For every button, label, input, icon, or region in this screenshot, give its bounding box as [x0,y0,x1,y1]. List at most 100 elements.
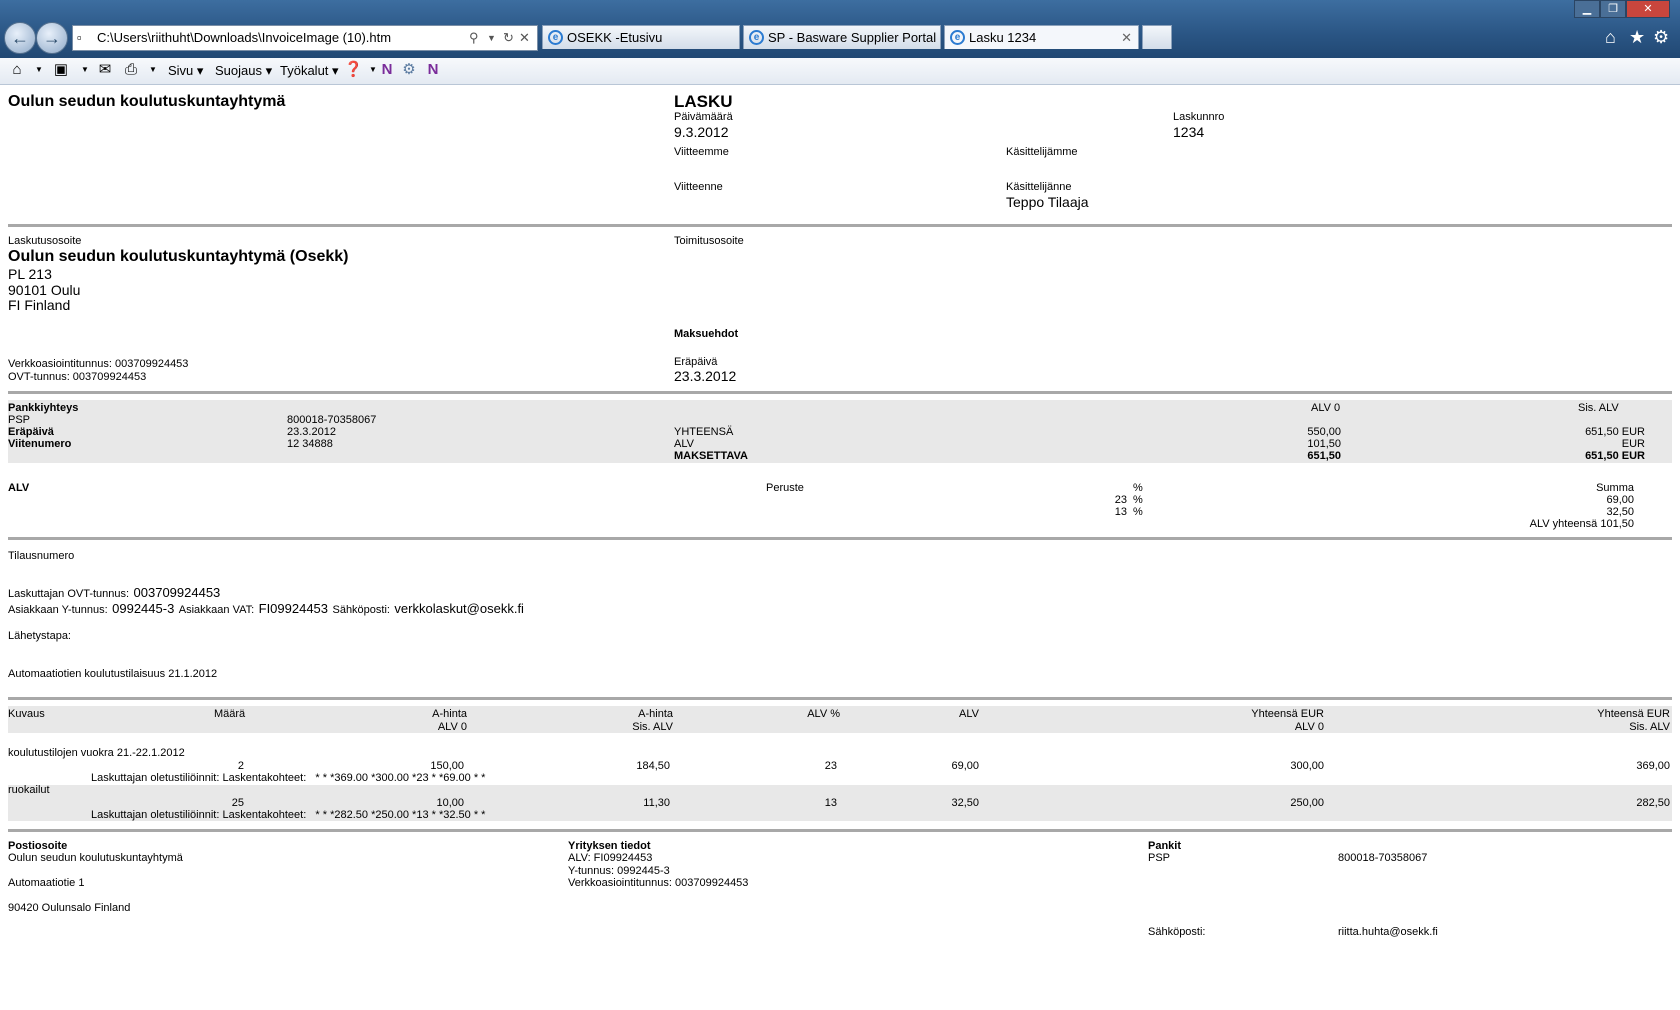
forward-button[interactable]: → [36,22,68,54]
bank-totals-band [8,400,1672,463]
address-bar[interactable]: ▫ C:\Users\riithuht\Downloads\InvoiceIma… [72,25,538,51]
close-tab-icon[interactable]: ✕ [1121,26,1132,50]
tab-lasku[interactable]: e Lasku 1234 ✕ [944,25,1139,49]
billing-name: Oulun seudun koulutuskuntayhtymä (Osekk) [8,248,349,265]
help-icon[interactable]: ❓ [344,61,363,79]
dropdown-icon[interactable]: ▼ [144,61,162,79]
delivery-address-label: Toimitusosoite [674,235,744,247]
footer-email-label: Sähköposti: [1148,926,1206,938]
ovt-id: OVT-tunnus: 003709924453 [8,371,147,383]
bank-name: PSP [1148,852,1171,864]
ie-icon: e [548,30,563,45]
vat-number-value: FI09924453 [258,601,329,616]
tab-basware[interactable]: e SP - Basware Supplier Portal [743,25,941,49]
row-price: 10,00 [436,797,464,809]
browser-title-bar: ← → ▫ C:\Users\riithuht\Downloads\Invoic… [0,0,1680,58]
rows-header-band [8,706,1672,733]
tab-osekk[interactable]: e OSEKK -Etusivu [542,25,740,49]
ytunnus-label: Asiakkaan Y-tunnus: [8,604,108,616]
menu-safety[interactable]: Suojaus ▾ [215,63,272,79]
billing-line-2: 90101 Oulu [8,282,81,298]
row-vat-pct: 13 [824,797,837,809]
onenote-send-icon[interactable]: N [424,61,442,79]
date-label: Päivämäärä [674,111,733,123]
menu-label: Suojaus [215,63,262,78]
tab-label: SP - Basware Supplier Portal [768,30,937,45]
mail-icon[interactable]: ✉ [96,61,114,79]
tab-label: OSEKK -Etusivu [567,30,663,45]
home-icon[interactable]: ⌂ [1605,27,1616,48]
delivery-method-label: Lähetystapa: [8,630,71,642]
totals-col-incl-vat: Sis. ALV [1578,402,1619,414]
refresh-icon[interactable]: ↻ [503,26,514,50]
totals-vat-vat0: 101,50 [1307,438,1341,450]
vat-sum-label: Summa [1596,482,1634,494]
row-quantity: 2 [237,760,244,772]
ovt-value: 003709924453 [133,585,221,600]
settings-gear-icon[interactable]: ⚙ [400,61,418,79]
invoice-number-label: Laskunnro [1173,111,1225,123]
forward-arrow-icon: → [43,27,61,48]
invoice-number-value: 1234 [1173,124,1205,140]
row-vat-pct: 23 [824,760,837,772]
print-icon[interactable]: ⎙ [122,61,140,79]
menu-page[interactable]: Sivu ▾ [168,63,203,79]
address-text: C:\Users\riithuht\Downloads\InvoiceImage… [97,30,392,45]
col-price-incl-sub: Sis. ALV [632,721,673,733]
company-einvoice-id: Verkkoasiointitunnus: 003709924453 [568,877,749,889]
billing-line-3: FI Finland [8,297,71,313]
address-dropdown-icon[interactable]: ▼ [487,26,496,50]
vat-title: ALV [8,482,30,494]
postal-line-2: Automaatiotie 1 [8,877,85,889]
back-button[interactable]: ← [4,22,36,54]
page-icon: ▫ [77,30,82,45]
gear-icon[interactable]: ⚙ [1653,27,1669,48]
totals-sum-incl: 651,50 EUR [1585,426,1645,438]
col-price-incl: A-hinta [638,708,673,720]
favorites-star-icon[interactable]: ★ [1629,27,1645,48]
close-window-button[interactable]: ✕ [1626,0,1670,18]
home-icon[interactable]: ⌂ [8,61,26,79]
bank-due-value: 23.3.2012 [287,426,336,438]
dropdown-icon[interactable]: ▼ [76,61,94,79]
company-name: Oulun seudun koulutuskuntayhtymä [8,93,286,110]
minimize-button[interactable]: ▁ [1574,0,1600,18]
dropdown-icon[interactable]: ▼ [30,61,48,79]
company-vat: ALV: FI09924453 [568,852,653,864]
ovt-label: Laskuttajan OVT-tunnus: [8,588,130,600]
row-total-incl: 282,50 [1636,797,1670,809]
billing-line-1: PL 213 [8,266,52,282]
maximize-button[interactable]: ❐ [1600,0,1626,18]
bank-ref-value: 12 34888 [287,438,333,450]
col-total-incl-sub: Sis. ALV [1629,721,1670,733]
your-handler-label: Käsittelijänne [1006,181,1072,193]
search-icon[interactable]: ⚲ [469,26,479,50]
col-price: A-hinta [432,708,467,720]
our-reference-label: Viitteemme [674,146,729,158]
new-tab-button[interactable] [1142,25,1172,49]
date-value: 9.3.2012 [674,124,729,140]
bank-psp-label: PSP [8,414,31,426]
totals-vat-label: ALV [674,438,694,450]
order-number-label: Tilausnumero [8,550,75,562]
onenote-icon[interactable]: N [378,61,396,79]
vat-row-unit: % [1133,506,1143,518]
row-vat: 69,00 [951,760,979,772]
ytunnus-value: 0992445-3 [112,601,175,616]
bank-ref-label: Viitenumero [8,438,72,450]
vat-number-label: Asiakkaan VAT: [178,604,255,616]
command-bar: ⌂ ▼ ▣ ▼ ✉ ⎙ ▼ Sivu ▾ Suojaus ▾ Työkalut … [0,58,1680,85]
billing-address-label: Laskutusosoite [8,235,82,247]
due-date-value: 23.3.2012 [674,368,737,384]
totals-vat-incl: EUR [1621,438,1645,450]
bank-account: 800018-70358067 [1338,852,1428,864]
back-arrow-icon: ← [11,27,29,48]
row-price-incl: 11,30 [643,797,670,809]
menu-tools[interactable]: Työkalut ▾ [280,63,339,79]
document-title: LASKU [674,92,733,111]
stop-icon[interactable]: ✕ [519,26,530,50]
vat-row-sum: 32,50 [1606,506,1634,518]
feeds-icon[interactable]: ▣ [52,61,70,79]
tab-label: Lasku 1234 [969,30,1037,45]
footer-email-value: riitta.huhta@osekk.fi [1338,926,1438,938]
